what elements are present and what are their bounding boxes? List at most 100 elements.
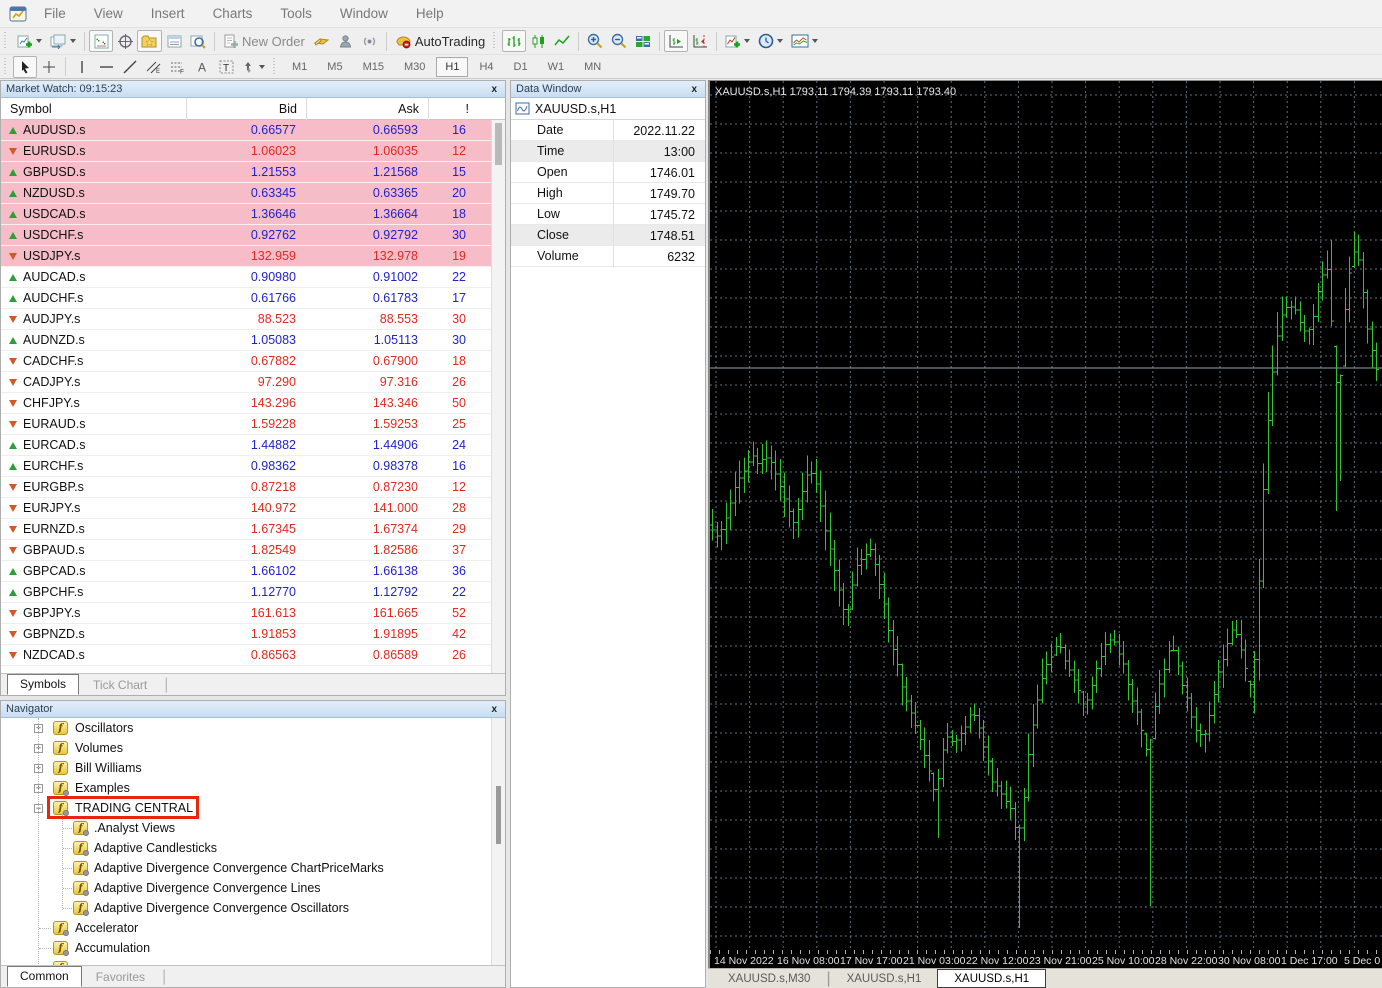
zoom-out-button[interactable] bbox=[607, 30, 631, 52]
indicators-button[interactable] bbox=[721, 30, 754, 52]
text-tool-button[interactable]: A bbox=[190, 56, 214, 78]
menu-item-window[interactable]: Window bbox=[326, 1, 402, 26]
tab-tick-chart[interactable]: Tick Chart bbox=[81, 676, 159, 695]
tree-item[interactable]: +fExamples bbox=[1, 778, 505, 798]
autotrading-button[interactable]: AutoTrading bbox=[391, 30, 489, 52]
table-row[interactable]: CADCHF.s0.678820.6790018 bbox=[1, 351, 505, 372]
market-watch-titlebar[interactable]: Market Watch: 09:15:23 x bbox=[1, 81, 505, 98]
tree-item[interactable]: +fBill Williams bbox=[1, 758, 505, 778]
new-chart-button[interactable] bbox=[13, 30, 46, 52]
navigator-toggle-button[interactable] bbox=[137, 30, 162, 52]
chart-time-axis[interactable]: 14 Nov 202216 Nov 08:0017 Nov 17:0021 No… bbox=[708, 950, 1382, 968]
tree-item-label[interactable]: Examples bbox=[75, 781, 130, 795]
chart-canvas[interactable]: XAUUSD.s,H1 1793.11 1794.39 1793.11 1793… bbox=[710, 81, 1382, 950]
chart-tab-0[interactable]: XAUUSD.s,M30 bbox=[712, 969, 826, 988]
cursor-tool-button[interactable] bbox=[13, 56, 37, 78]
tab-favorites[interactable]: Favorites bbox=[84, 968, 157, 987]
menu-item-view[interactable]: View bbox=[80, 1, 137, 26]
tree-item-label[interactable]: Oscillators bbox=[75, 721, 133, 735]
community-button[interactable] bbox=[334, 30, 358, 52]
toolbar-grip[interactable] bbox=[4, 32, 10, 50]
timeframe-button-d1[interactable]: D1 bbox=[505, 57, 537, 77]
table-row[interactable]: CHFJPY.s143.296143.34650 bbox=[1, 393, 505, 414]
symbol-column-header[interactable]: Symbol bbox=[1, 102, 186, 116]
templates-button[interactable] bbox=[787, 30, 822, 52]
timeframe-button-m30[interactable]: M30 bbox=[395, 57, 434, 77]
candlestick-type-button[interactable] bbox=[526, 30, 550, 52]
tree-item-label[interactable]: Adaptive Divergence Convergence Lines bbox=[94, 881, 321, 895]
bar-chart-type-button[interactable] bbox=[502, 30, 526, 52]
market-watch-scrollbar[interactable] bbox=[491, 120, 505, 673]
table-row[interactable]: EURCAD.s1.448821.4490624 bbox=[1, 435, 505, 456]
bid-column-header[interactable]: Bid bbox=[186, 98, 306, 120]
arrows-tool-button[interactable] bbox=[238, 56, 269, 78]
tree-item-label[interactable]: Adaptive Candlesticks bbox=[94, 841, 217, 855]
tree-item-label[interactable]: TRADING CENTRAL bbox=[75, 801, 193, 815]
tree-item[interactable]: fAdaptive Divergence Convergence ChartPr… bbox=[1, 858, 505, 878]
text-label-tool-button[interactable]: T bbox=[214, 56, 238, 78]
auto-scroll-button[interactable] bbox=[664, 30, 688, 52]
chart-tab-2[interactable]: XAUUSD.s,H1 bbox=[937, 969, 1046, 988]
tree-item[interactable]: fAccelerator bbox=[1, 918, 505, 938]
tab-symbols[interactable]: Symbols bbox=[7, 674, 79, 695]
tree-item-label[interactable]: Adaptive Divergence Convergence Oscillat… bbox=[94, 901, 349, 915]
timeframe-button-h4[interactable]: H4 bbox=[470, 57, 502, 77]
table-row[interactable]: USDCHF.s0.927620.9279230 bbox=[1, 225, 505, 246]
table-row[interactable]: GBPCAD.s1.661021.6613836 bbox=[1, 561, 505, 582]
menu-item-insert[interactable]: Insert bbox=[137, 1, 199, 26]
table-row[interactable]: NZDCAD.s0.865630.8658926 bbox=[1, 645, 505, 666]
timeframe-button-mn[interactable]: MN bbox=[575, 57, 610, 77]
menu-item-charts[interactable]: Charts bbox=[199, 1, 267, 26]
equidistant-channel-tool-button[interactable]: E bbox=[142, 56, 166, 78]
tree-item-label[interactable]: .Analyst Views bbox=[94, 821, 175, 835]
table-row[interactable]: AUDCHF.s0.617660.6178317 bbox=[1, 288, 505, 309]
menu-item-file[interactable]: File bbox=[30, 1, 80, 26]
tree-item[interactable]: +fVolumes bbox=[1, 738, 505, 758]
table-row[interactable]: USDJPY.s132.959132.97819 bbox=[1, 246, 505, 267]
table-row[interactable]: EURAUD.s1.592281.5925325 bbox=[1, 414, 505, 435]
navigator-scrollbar[interactable] bbox=[491, 718, 505, 965]
data-window-titlebar[interactable]: Data Window x bbox=[511, 81, 705, 98]
table-row[interactable]: AUDJPY.s88.52388.55330 bbox=[1, 309, 505, 330]
table-row[interactable]: AUDNZD.s1.050831.0511330 bbox=[1, 330, 505, 351]
table-row[interactable]: GBPUSD.s1.215531.2156815 bbox=[1, 162, 505, 183]
close-icon[interactable]: x bbox=[488, 704, 500, 715]
timeframe-button-m1[interactable]: M1 bbox=[283, 57, 316, 77]
tab-common[interactable]: Common bbox=[7, 966, 82, 987]
table-row[interactable]: AUDUSD.s0.665770.6659316 bbox=[1, 120, 505, 141]
price-chart[interactable]: XAUUSD.s,H1 1793.11 1794.39 1793.11 1793… bbox=[708, 80, 1382, 950]
tree-item[interactable]: fAccumulation bbox=[1, 938, 505, 958]
timeframe-button-h1[interactable]: H1 bbox=[436, 57, 468, 77]
table-row[interactable]: EURJPY.s140.972141.00028 bbox=[1, 498, 505, 519]
tree-item[interactable]: fAdaptive Divergence Convergence Lines bbox=[1, 878, 505, 898]
crosshair-tool-button[interactable] bbox=[37, 56, 61, 78]
tree-item[interactable]: f bbox=[1, 958, 505, 965]
tree-item[interactable]: +fOscillators bbox=[1, 718, 505, 738]
profiles-button[interactable] bbox=[46, 30, 80, 52]
timeframe-button-m5[interactable]: M5 bbox=[318, 57, 351, 77]
market-watch-toggle-button[interactable] bbox=[89, 30, 113, 52]
toolbar-grip[interactable] bbox=[4, 58, 10, 76]
table-row[interactable]: NZDUSD.s0.633450.6336520 bbox=[1, 183, 505, 204]
vertical-line-tool-button[interactable] bbox=[70, 56, 94, 78]
timeframe-button-w1[interactable]: W1 bbox=[539, 57, 574, 77]
metaeditor-button[interactable] bbox=[309, 30, 334, 52]
ask-column-header[interactable]: Ask bbox=[306, 98, 428, 120]
scrollbar-thumb[interactable] bbox=[495, 123, 502, 165]
tree-item-label[interactable]: Bill Williams bbox=[75, 761, 142, 775]
close-icon[interactable]: x bbox=[488, 84, 500, 95]
table-row[interactable]: EURNZD.s1.673451.6737429 bbox=[1, 519, 505, 540]
close-icon[interactable]: x bbox=[688, 84, 700, 95]
table-row[interactable]: USDCAD.s1.366461.3666418 bbox=[1, 204, 505, 225]
menu-item-help[interactable]: Help bbox=[402, 1, 458, 26]
data-window-toggle-button[interactable] bbox=[113, 30, 137, 52]
table-row[interactable]: EURUSD.s1.060231.0603512 bbox=[1, 141, 505, 162]
table-row[interactable]: GBPAUD.s1.825491.8258637 bbox=[1, 540, 505, 561]
table-row[interactable]: GBPCHF.s1.127701.1279222 bbox=[1, 582, 505, 603]
tree-item-label[interactable]: Accelerator bbox=[75, 921, 138, 935]
table-row[interactable]: EURCHF.s0.983620.9837816 bbox=[1, 456, 505, 477]
table-row[interactable]: GBPJPY.s161.613161.66552 bbox=[1, 603, 505, 624]
timeframe-button-m15[interactable]: M15 bbox=[354, 57, 393, 77]
tree-item-label[interactable]: Volumes bbox=[75, 741, 123, 755]
tree-item[interactable]: f.Analyst Views bbox=[1, 818, 505, 838]
